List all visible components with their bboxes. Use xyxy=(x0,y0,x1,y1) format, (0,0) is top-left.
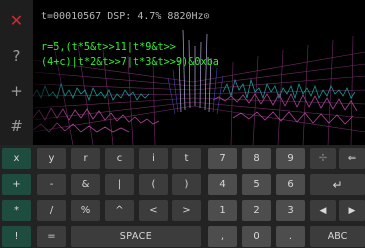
hash-button[interactable]: # xyxy=(0,108,33,144)
key-5[interactable]: 5 xyxy=(242,174,271,195)
key-not[interactable]: ! xyxy=(2,226,31,247)
key-t[interactable]: t xyxy=(172,148,201,169)
key-8[interactable]: 8 xyxy=(242,148,271,169)
key-period[interactable]: . xyxy=(276,226,305,247)
key-1[interactable]: 1 xyxy=(208,200,237,221)
enter-key[interactable]: ↵ xyxy=(310,174,365,195)
key-close-paren[interactable]: ) xyxy=(172,174,201,195)
key-r[interactable]: r xyxy=(71,148,100,169)
key-xor[interactable]: ^ xyxy=(105,200,134,221)
key-4[interactable]: 4 xyxy=(208,174,237,195)
key-greater-than[interactable]: > xyxy=(172,200,201,221)
key-modulo[interactable]: % xyxy=(71,200,100,221)
abc-key[interactable]: ABC xyxy=(310,226,365,247)
key-comma[interactable]: , xyxy=(208,226,237,247)
key-minus[interactable]: - xyxy=(37,174,66,195)
key-open-paren[interactable]: ( xyxy=(139,174,168,195)
formula-line-2[interactable]: (4+c)|t*2&t>>7|t*3&t>>9)&0xba xyxy=(41,57,219,68)
cursor-left-icon[interactable]: ◀ xyxy=(310,200,336,221)
key-2[interactable]: 2 xyxy=(242,200,271,221)
waveform-visualizer: t=00010567 DSP: 4.7% 8820Hz⊙ r=5,(t*5&t>… xyxy=(33,0,365,145)
key-x[interactable]: x xyxy=(2,148,31,169)
key-multiply[interactable]: * xyxy=(2,200,31,221)
cursor-right-icon[interactable]: ▶ xyxy=(339,200,365,221)
key-equals[interactable]: = xyxy=(37,226,66,247)
key-plus[interactable]: + xyxy=(2,174,31,195)
backspace-key[interactable]: ⇐ xyxy=(339,148,365,169)
space-key[interactable]: SPACE xyxy=(71,226,201,247)
help-button[interactable]: ? xyxy=(0,38,33,74)
add-button[interactable]: + xyxy=(0,73,33,109)
formula-keyboard: x y r c i t 7 8 9 ✢ ⇐ + - & | ( ) 4 5 6 … xyxy=(0,145,365,248)
key-9[interactable]: 9 xyxy=(276,148,305,169)
key-y[interactable]: y xyxy=(37,148,66,169)
key-0[interactable]: 0 xyxy=(242,226,271,247)
key-i[interactable]: i xyxy=(139,148,168,169)
side-toolbar: ✕ ? + # xyxy=(0,0,33,145)
move-cursor-icon[interactable]: ✢ xyxy=(310,148,336,169)
key-7[interactable]: 7 xyxy=(208,148,237,169)
key-and[interactable]: & xyxy=(71,174,100,195)
key-or[interactable]: | xyxy=(105,174,134,195)
key-6[interactable]: 6 xyxy=(276,174,305,195)
key-3[interactable]: 3 xyxy=(276,200,305,221)
key-c[interactable]: c xyxy=(105,148,134,169)
close-button[interactable]: ✕ xyxy=(0,2,33,38)
bytebeat-app: ✕ ? + # t=00010567 DSP: 4.7% 8820Hz⊙ r=5… xyxy=(0,0,365,248)
formula-line-1[interactable]: r=5,(t*5&t>>11|t*9&t>> xyxy=(41,42,176,53)
key-less-than[interactable]: < xyxy=(139,200,168,221)
key-divide[interactable]: / xyxy=(37,200,66,221)
status-readout: t=00010567 DSP: 4.7% 8820Hz⊙ xyxy=(41,11,210,22)
